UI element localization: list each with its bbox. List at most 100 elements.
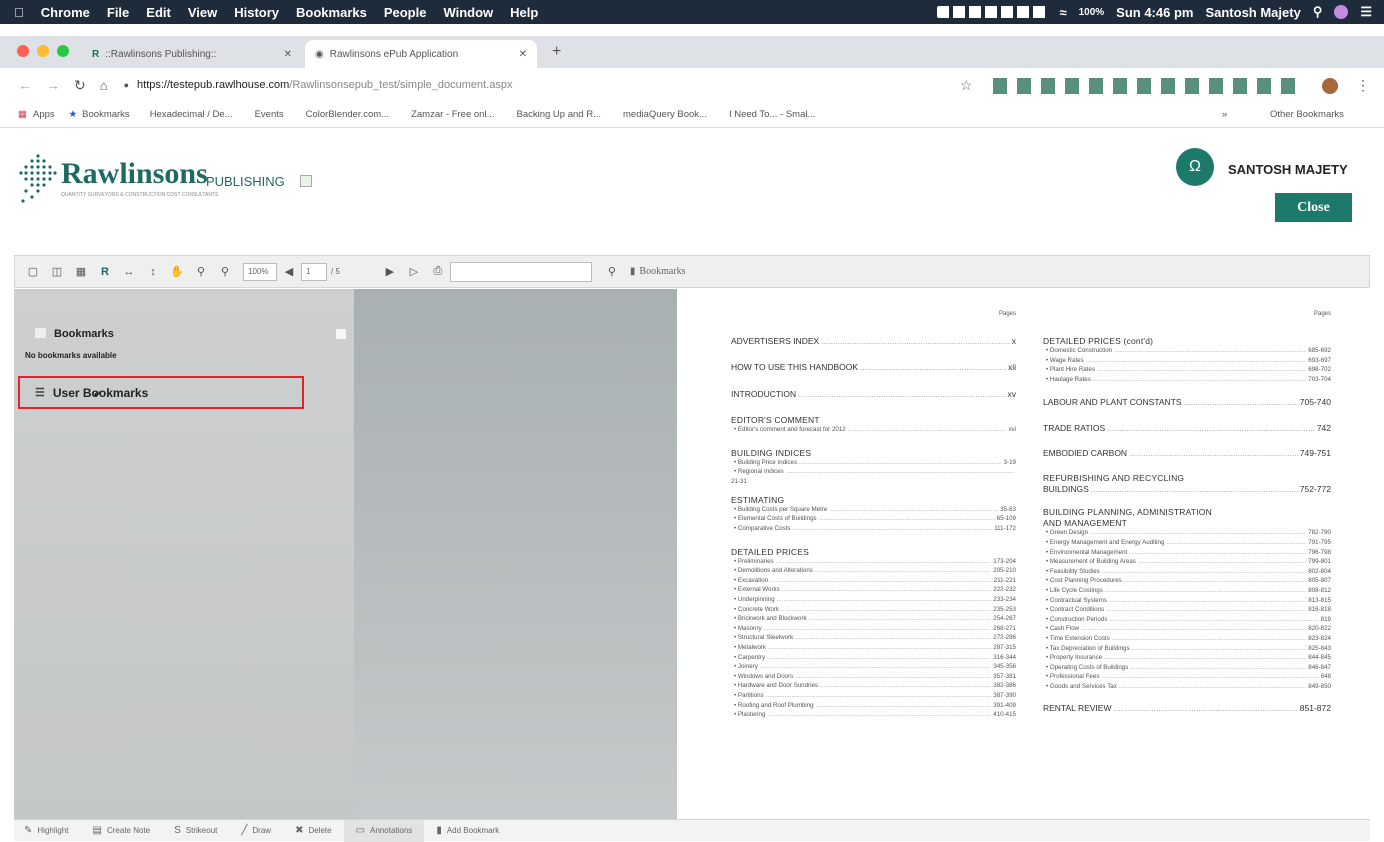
annot-strikeout-button[interactable]: S Strikeout (162, 825, 229, 836)
menu-view[interactable]: View (188, 5, 217, 20)
page-number-input[interactable]: 1 (301, 262, 327, 281)
bookmarks-icon[interactable]: ▮ (630, 266, 636, 277)
user-bookmarks-item[interactable]: ☰ User Bookmarks ⤶ (18, 376, 304, 409)
close-button[interactable]: Close (1275, 193, 1352, 222)
toc-entry-pages: 254-267 (993, 615, 1016, 623)
tab-close-icon[interactable]: ✕ (519, 49, 527, 60)
tab-rawlinsons-publishing[interactable]: R ::Rawlinsons Publishing:: ✕ (82, 40, 302, 68)
extension-icons[interactable] (993, 78, 1303, 94)
home-icon[interactable]: ⌂ (100, 78, 108, 93)
bookmark-apps[interactable]: Apps (33, 109, 55, 120)
annot-highlight-button[interactable]: ✎ Highlight (14, 825, 81, 836)
search-input[interactable] (449, 261, 592, 282)
wifi-icon[interactable]: ≈ (1059, 5, 1066, 20)
siri-icon[interactable] (1334, 5, 1349, 19)
bookmarks-panel: Bookmarks No bookmarks available ☰ User … (14, 289, 354, 819)
menu-chrome[interactable]: Chrome (41, 5, 90, 20)
fit-width-icon[interactable]: ↔ (117, 266, 141, 278)
two-page-icon[interactable]: ◫ (45, 265, 69, 278)
more-bookmarks-icon[interactable]: » (1222, 109, 1227, 120)
bookmark-hexadecimal[interactable]: Hexadecimal / De... (150, 109, 233, 120)
toc-leader (782, 586, 992, 593)
search-icon[interactable]: ⚲ (600, 265, 624, 278)
window-minimize-button[interactable] (37, 45, 49, 57)
toc-leader (1104, 654, 1306, 661)
menu-people[interactable]: People (384, 5, 427, 20)
forward-icon[interactable]: → (46, 77, 60, 93)
toc-entry-title: • Energy Management and Energy Auditing (1046, 539, 1165, 546)
toc-entry: • Operating Costs of Buildings 846-847 (1046, 664, 1331, 671)
document-page[interactable]: Pages ADVERTISERS INDEX x HOW TO USE THIS … (677, 289, 1370, 819)
user-bookmarks-label: User Bookmarks (52, 385, 149, 400)
annot-delete-button[interactable]: ✖ Delete (283, 825, 344, 836)
clock[interactable]: Sun 4:46 pm (1116, 5, 1193, 20)
single-page-icon[interactable]: ▢ (21, 265, 45, 278)
profile-icon[interactable] (1322, 78, 1338, 94)
toc-entry-title: • Joinery (734, 663, 758, 671)
menu-help[interactable]: Help (510, 5, 538, 20)
tab-close-icon[interactable]: ✕ (284, 49, 292, 60)
status-icons[interactable] (937, 6, 1048, 18)
annot-annotations-button[interactable]: ▭ Annotations (343, 819, 425, 842)
toc-entry-pages: 805-807 (1308, 577, 1331, 585)
bookmark-zamzar[interactable]: Zamzar - Free onl... (411, 109, 494, 120)
toc-entry: RENTAL REVIEW 851-872 (1043, 703, 1331, 713)
zoom-level-input[interactable]: 100% (243, 262, 277, 281)
fit-height-icon[interactable]: ↕ (141, 266, 165, 278)
toc-leader (1091, 484, 1298, 494)
bookmarks-toggle[interactable]: Bookmarks (639, 266, 685, 277)
back-icon[interactable]: ← (18, 77, 32, 93)
menu-bookmarks[interactable]: Bookmarks (296, 5, 367, 20)
annot-create-note-button[interactable]: ▤ Create Note (81, 825, 163, 836)
toc-entry: • Structural Steelwork 272-286 (734, 634, 1016, 641)
reload-icon[interactable]: ↻ (74, 77, 86, 94)
bookmark-colorblender[interactable]: ColorBlender.com... (306, 109, 389, 120)
r-logo-icon[interactable]: R (93, 266, 117, 278)
toc-entry-pages: 382-386 (993, 682, 1016, 690)
menubar-user[interactable]: Santosh Majety (1205, 5, 1300, 20)
panel-collapse-icon[interactable] (336, 329, 346, 339)
pan-tool-icon[interactable]: ✋ (165, 265, 189, 278)
next-page-icon[interactable]: ▶ (378, 265, 402, 278)
print-icon[interactable]: ⎙ (426, 265, 450, 278)
new-tab-icon[interactable]: + (552, 43, 561, 61)
star-icon[interactable]: ☆ (960, 77, 973, 94)
toc-entry-pages: 387-390 (993, 692, 1016, 699)
chrome-menu-icon[interactable]: ⋮ (1356, 77, 1370, 94)
notification-center-icon[interactable]: ☰ (1360, 4, 1372, 20)
thumbnails-icon[interactable]: ▦ (69, 265, 93, 278)
spotlight-icon[interactable]: ⚲ (1313, 4, 1323, 20)
apple-icon[interactable]:  (14, 5, 24, 20)
other-bookmarks[interactable]: Other Bookmarks (1270, 109, 1344, 120)
window-zoom-button[interactable] (57, 45, 69, 57)
bookmark-i-need-to[interactable]: I Need To... - Smal... (729, 109, 815, 120)
toc-entry-pages: 742 (1316, 423, 1331, 434)
menu-edit[interactable]: Edit (146, 5, 171, 20)
toc-entry-title: • Metalwork (734, 644, 767, 651)
annot-draw-button[interactable]: ╱ Draw (229, 825, 283, 836)
annot-add-bookmark-button[interactable]: ▮ Add Bookmark (424, 825, 511, 836)
zoom-out-icon[interactable]: ⚲ (213, 265, 237, 278)
menu-window[interactable]: Window (443, 5, 493, 20)
prev-page-icon[interactable]: ◀ (277, 265, 301, 278)
toc-entry-pages: 173-204 (993, 557, 1016, 565)
bookmark-backing-up[interactable]: Backing Up and R... (517, 109, 602, 120)
window-close-button[interactable] (17, 45, 29, 57)
bookmark-events[interactable]: Events (255, 109, 284, 120)
toc-entry: • Masonry 268-271 (734, 625, 1016, 632)
bookmark-mediaquery[interactable]: mediaQuery Book... (623, 109, 707, 120)
bookmark-bookmarks[interactable]: Bookmarks (82, 109, 130, 120)
toc-entry-pages: 410-415 (993, 711, 1016, 719)
toc-entry: • Contract Conditions 816-818 (1046, 606, 1331, 613)
avatar[interactable]: Ω (1176, 148, 1214, 186)
url-field[interactable]: https://testepub.rawlhouse.com/Rawlinson… (137, 79, 512, 91)
favicon-globe-icon: ◉ (315, 48, 324, 60)
rawlinsons-logo[interactable]: Rawlinsons PUBLISHING QUANTITY SURVEYORS… (18, 153, 318, 213)
tab-epub-application[interactable]: ◉ Rawlinsons ePub Application ✕ (305, 40, 537, 68)
menu-history[interactable]: History (234, 5, 279, 20)
zoom-in-icon[interactable]: ⚲ (189, 265, 213, 278)
toc-entry: • Carpentry 316-344 (734, 654, 1016, 661)
apps-grid-icon[interactable]: ▦ (18, 109, 27, 120)
menu-file[interactable]: File (107, 5, 129, 20)
last-page-icon[interactable]: ▷ (402, 265, 426, 278)
